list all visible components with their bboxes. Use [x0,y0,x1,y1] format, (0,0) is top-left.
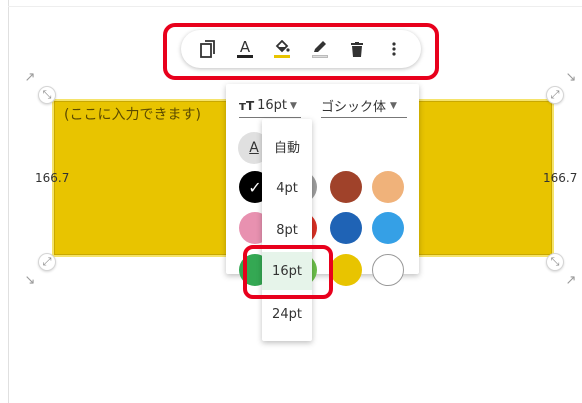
color-swatch[interactable] [330,254,362,286]
chevron-down-icon: ▼ [290,100,297,111]
color-swatch[interactable] [372,171,404,203]
font-family-value: ゴシック体 [321,100,387,115]
color-swatch[interactable] [372,254,404,286]
rotate-handle-top-right-icon[interactable]: ↘ [563,69,579,85]
dimension-label-right: 166.7 [543,171,578,185]
font-size-option[interactable]: 4pt [262,169,312,207]
highlight-toolbar [163,23,439,80]
color-swatch[interactable] [372,212,404,244]
chevron-down-icon: ▼ [390,100,397,111]
font-size-select[interactable]: ᴛT 16pt ▼ [239,94,301,118]
font-size-option[interactable]: 自動 [262,127,312,165]
color-swatch[interactable] [330,212,362,244]
font-size-value: 16pt [257,98,288,113]
font-family-select[interactable]: ゴシック体 ▼ [321,94,407,118]
highlight-16pt [243,245,333,299]
canvas-border-top [8,6,582,7]
rotate-handle-bottom-left-icon[interactable]: ↘ [22,272,38,288]
resize-handle-top-right[interactable]: ⤢ [546,86,564,104]
resize-handle-top-left[interactable]: ⤡ [38,86,56,104]
canvas[interactable]: (ここに入力できます) 166.7 166.7 ⤡ ⤢ ⤢ ⤡ ↗ ↘ ↘ ↗ … [0,0,582,403]
resize-handle-bottom-right[interactable]: ⤡ [546,253,564,271]
resize-handle-bottom-left[interactable]: ⤢ [38,253,56,271]
rotate-handle-top-left-icon[interactable]: ↗ [22,69,38,85]
font-size-option[interactable]: 24pt [262,295,312,333]
color-swatch[interactable] [330,171,362,203]
shape-placeholder-text[interactable]: (ここに入力できます) [64,104,201,124]
rotate-handle-bottom-right-icon[interactable]: ↗ [563,272,579,288]
font-size-dropdown: 自動 4pt 8pt 16pt 24pt [262,119,312,341]
text-size-icon: ᴛT [239,98,255,113]
font-size-option[interactable]: 8pt [262,211,312,249]
canvas-border [8,0,9,403]
dimension-label-left: 166.7 [35,171,70,185]
